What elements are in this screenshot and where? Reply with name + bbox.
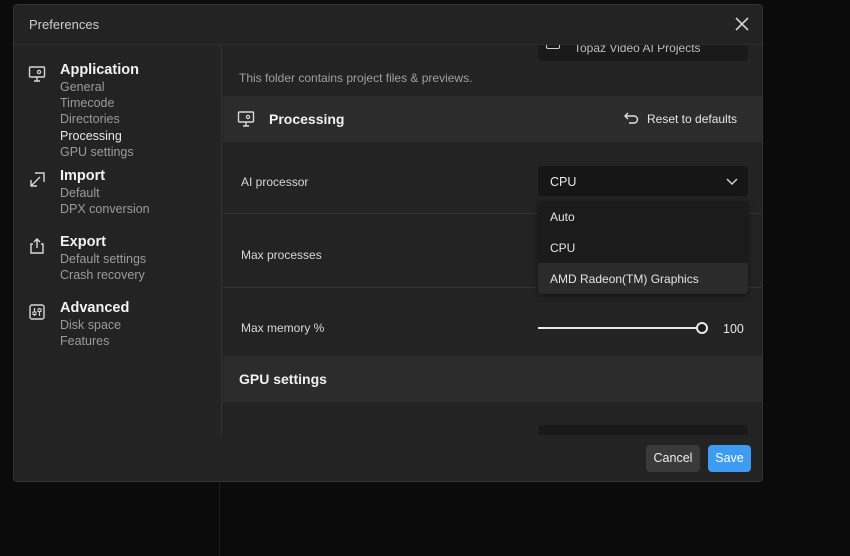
chevron-down-icon bbox=[726, 178, 738, 185]
folder-hint-text: This folder contains project files & pre… bbox=[239, 71, 473, 85]
option-label: Auto bbox=[550, 210, 575, 224]
gpu-setting-select-clipped[interactable] bbox=[538, 425, 748, 435]
save-button[interactable]: Save bbox=[708, 445, 751, 472]
sidebar-item-default-settings[interactable]: Default settings bbox=[60, 252, 146, 266]
export-icon bbox=[30, 238, 44, 254]
monitor-settings-icon bbox=[28, 66, 46, 82]
preferences-dialog: Preferences Application General Timecode… bbox=[13, 4, 763, 482]
option-label: CPU bbox=[550, 241, 576, 255]
nav-head-export[interactable]: Export bbox=[60, 234, 106, 250]
ai-processor-dropdown: Auto CPU AMD Radeon(TM) Graphics bbox=[538, 201, 748, 294]
monitor-settings-icon bbox=[237, 111, 255, 127]
max-memory-slider-track[interactable] bbox=[538, 327, 704, 329]
project-folder-value: Topaz Video AI Projects bbox=[574, 45, 701, 55]
dropdown-option-amd-radeon[interactable]: AMD Radeon(TM) Graphics bbox=[538, 263, 748, 294]
nav-head-application[interactable]: Application bbox=[60, 62, 139, 78]
gpu-settings-title: GPU settings bbox=[239, 371, 327, 387]
undo-icon bbox=[624, 112, 639, 124]
sidebar: Application General Timecode Directories… bbox=[14, 45, 222, 435]
reset-to-defaults-button[interactable]: Reset to defaults bbox=[623, 110, 741, 128]
gpu-settings-section-header: GPU settings bbox=[223, 356, 762, 402]
dropdown-option-auto[interactable]: Auto bbox=[538, 201, 748, 232]
sidebar-item-dpx-conversion[interactable]: DPX conversion bbox=[60, 202, 150, 216]
import-icon bbox=[30, 172, 45, 187]
sidebar-item-processing[interactable]: Processing bbox=[60, 129, 122, 143]
sidebar-item-default[interactable]: Default bbox=[60, 186, 100, 200]
close-button[interactable] bbox=[734, 16, 750, 32]
sidebar-item-directories[interactable]: Directories bbox=[60, 112, 120, 126]
max-memory-row: Max memory % bbox=[223, 288, 762, 356]
reset-label: Reset to defaults bbox=[647, 112, 738, 126]
max-memory-value: 100 bbox=[723, 322, 744, 336]
sidebar-item-timecode[interactable]: Timecode bbox=[60, 96, 114, 110]
sidebar-item-disk-space[interactable]: Disk space bbox=[60, 318, 121, 332]
max-memory-label: Max memory % bbox=[241, 321, 325, 335]
processing-title: Processing bbox=[269, 111, 345, 127]
settings-content: Topaz Video AI Projects This folder cont… bbox=[223, 45, 762, 435]
sidebar-item-general[interactable]: General bbox=[60, 80, 104, 94]
sidebar-item-crash-recovery[interactable]: Crash recovery bbox=[60, 268, 145, 282]
sidebar-item-features[interactable]: Features bbox=[60, 334, 109, 348]
project-folder-field[interactable]: Topaz Video AI Projects bbox=[538, 45, 748, 61]
ai-processor-select[interactable]: CPU bbox=[538, 166, 748, 196]
nav-head-import[interactable]: Import bbox=[60, 168, 105, 184]
dropdown-option-cpu[interactable]: CPU bbox=[538, 232, 748, 263]
ai-processor-label: AI processor bbox=[241, 175, 309, 189]
option-label: AMD Radeon(TM) Graphics bbox=[550, 272, 699, 286]
sliders-icon bbox=[29, 304, 45, 320]
dialog-footer: Cancel Save bbox=[14, 435, 762, 481]
nav-head-advanced[interactable]: Advanced bbox=[60, 300, 129, 316]
processing-section-header: Processing Reset to defaults bbox=[223, 96, 762, 142]
dialog-title: Preferences bbox=[29, 17, 100, 32]
close-icon bbox=[735, 17, 749, 31]
folder-icon bbox=[546, 45, 560, 49]
sidebar-item-gpu-settings[interactable]: GPU settings bbox=[60, 145, 134, 159]
max-processes-label: Max processes bbox=[241, 248, 322, 262]
title-bar: Preferences bbox=[14, 5, 762, 45]
ai-processor-value: CPU bbox=[550, 175, 577, 189]
cancel-button[interactable]: Cancel bbox=[646, 445, 700, 472]
background-divider bbox=[219, 482, 220, 556]
max-memory-slider-thumb[interactable] bbox=[696, 322, 708, 334]
